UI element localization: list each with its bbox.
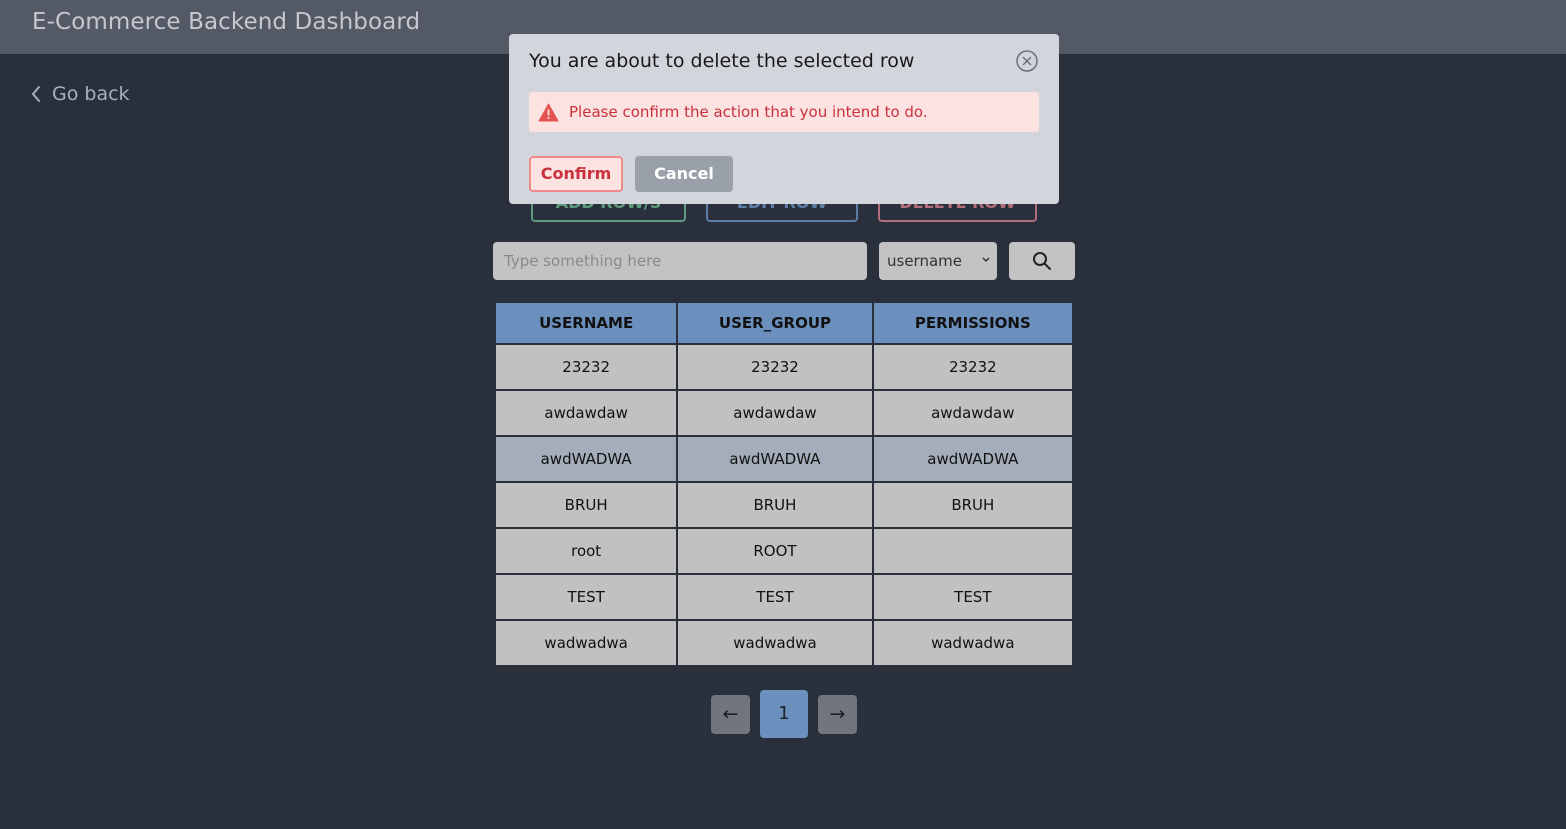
table-cell: BRUH xyxy=(676,481,874,529)
table-cell: TEST xyxy=(493,573,679,621)
table-cell: BRUH xyxy=(493,481,679,529)
table-cell: TEST xyxy=(676,573,874,621)
table-cell: awdawdaw xyxy=(676,389,874,437)
warning-alert: Please confirm the action that you inten… xyxy=(529,92,1039,132)
table-cell: wadwadwa xyxy=(493,619,679,667)
column-select[interactable]: username xyxy=(879,242,997,280)
table-cell: awdWADWA xyxy=(676,435,874,483)
alert-text: Please confirm the action that you inten… xyxy=(569,103,928,121)
table-cell: awdWADWA xyxy=(493,435,679,483)
table-cell: awdWADWA xyxy=(871,435,1075,483)
previous-page-button[interactable]: ← xyxy=(711,695,750,734)
chevron-left-icon xyxy=(32,86,40,102)
table-cell: 23232 xyxy=(871,343,1075,391)
table-cell: wadwadwa xyxy=(871,619,1075,667)
table-header-row: USERNAME USER_GROUP PERMISSIONS xyxy=(493,301,1075,345)
table-row[interactable]: TEST TEST TEST xyxy=(493,573,1075,621)
table-cell: 23232 xyxy=(493,343,679,391)
go-back-label: Go back xyxy=(52,83,130,105)
table-row-selected[interactable]: awdWADWA awdWADWA awdWADWA xyxy=(493,435,1075,483)
table-row[interactable]: BRUH BRUH BRUH xyxy=(493,481,1075,529)
app-title: E-Commerce Backend Dashboard xyxy=(32,9,421,35)
table-cell: TEST xyxy=(871,573,1075,621)
table-cell: BRUH xyxy=(871,481,1075,529)
table-row[interactable]: awdawdaw awdawdaw awdawdaw xyxy=(493,389,1075,437)
cancel-button[interactable]: Cancel xyxy=(635,156,733,192)
delete-confirm-dialog: You are about to delete the selected row… xyxy=(509,34,1059,204)
table-cell: awdawdaw xyxy=(871,389,1075,437)
table-cell xyxy=(871,527,1075,575)
go-back-link[interactable]: Go back xyxy=(30,81,130,107)
table-cell: root xyxy=(493,527,679,575)
column-header-username[interactable]: USERNAME xyxy=(493,301,679,345)
table-cell: ROOT xyxy=(676,527,874,575)
search-input[interactable] xyxy=(493,242,867,280)
table-row[interactable]: wadwadwa wadwadwa wadwadwa xyxy=(493,619,1075,667)
column-select-value: username xyxy=(887,252,962,270)
data-table: USERNAME USER_GROUP PERMISSIONS 23232 23… xyxy=(493,301,1075,667)
dialog-title: You are about to delete the selected row xyxy=(529,50,915,72)
close-icon[interactable] xyxy=(1015,49,1039,73)
table-cell: awdawdaw xyxy=(493,389,679,437)
warning-icon xyxy=(538,103,559,121)
next-page-button[interactable]: → xyxy=(818,695,857,734)
column-header-user-group[interactable]: USER_GROUP xyxy=(676,301,874,345)
chevron-down-icon xyxy=(982,257,990,263)
table-cell: 23232 xyxy=(676,343,874,391)
page-number-button[interactable]: 1 xyxy=(760,690,808,738)
search-icon xyxy=(1033,252,1051,270)
table-row[interactable]: 23232 23232 23232 xyxy=(493,343,1075,391)
confirm-button[interactable]: Confirm xyxy=(529,156,623,192)
table-row[interactable]: root ROOT xyxy=(493,527,1075,575)
column-header-permissions[interactable]: PERMISSIONS xyxy=(871,301,1075,345)
table-cell: wadwadwa xyxy=(676,619,874,667)
pagination: ← 1 → xyxy=(0,690,1566,738)
search-button[interactable] xyxy=(1009,242,1075,280)
